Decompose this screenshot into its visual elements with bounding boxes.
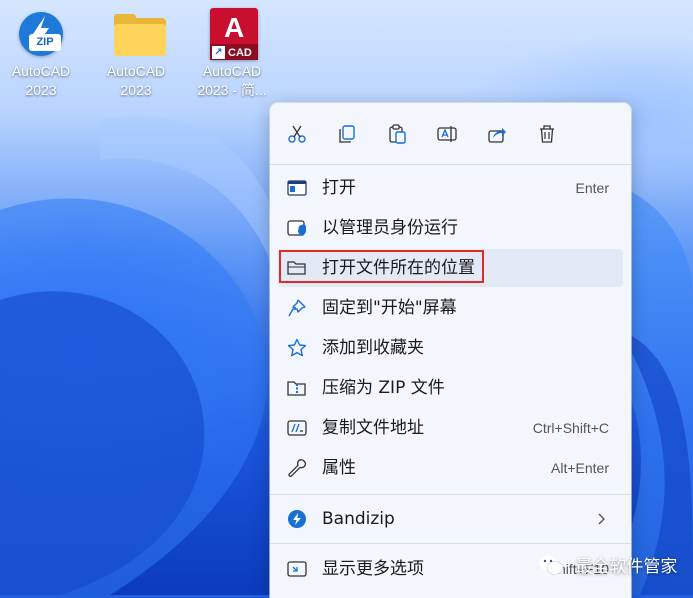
menu-item-add-to-favorites[interactable]: 添加到收藏夹 [278, 329, 623, 367]
menu-item-label: 复制文件地址 [322, 418, 424, 438]
menu-item-label: 打开 [322, 178, 356, 198]
menu-item-copy-path[interactable]: 复制文件地址 Ctrl+Shift+C [278, 409, 623, 447]
menu-item-label: 压缩为 ZIP 文件 [322, 378, 445, 398]
copy-path-icon [287, 420, 307, 436]
menu-item-compress-zip[interactable]: 压缩为 ZIP 文件 [278, 369, 623, 407]
menu-divider [270, 494, 631, 495]
rename-icon [437, 126, 457, 142]
copy-button[interactable] [331, 118, 363, 150]
menu-item-shortcut: Ctrl+Shift+C [532, 420, 609, 436]
bandizip-icon [288, 510, 306, 528]
menu-item-label: 添加到收藏夹 [322, 338, 424, 358]
delete-button[interactable] [531, 118, 563, 150]
cad-letter: A [224, 12, 245, 43]
menu-item-label: Bandizip [322, 509, 395, 529]
menu-divider [270, 543, 631, 544]
paste-button[interactable] [381, 118, 413, 150]
menu-item-label: 显示更多选项 [322, 559, 424, 579]
autocad-shortcut-icon: A CAD ↗ [206, 8, 258, 60]
context-menu: 打开 Enter 以管理员身份运行 打开文件所在的位置 固定到"开始"屏幕 添加… [270, 103, 631, 598]
star-icon [287, 338, 307, 357]
desktop-icon-label: AutoCAD 2023 [11, 63, 71, 98]
menu-item-label: 属性 [322, 458, 356, 478]
menu-item-label: 固定到"开始"屏幕 [322, 298, 457, 318]
watermark-text: 最全软件管家 [575, 557, 678, 577]
chevron-right-icon [598, 513, 605, 525]
desktop-icon-label: AutoCAD 2023 [106, 63, 166, 98]
cad-badge: CAD [228, 47, 252, 59]
app-window-icon [287, 180, 307, 196]
zip-folder-icon [287, 381, 306, 396]
desktop-icon-autocad-zip[interactable]: ZIP AutoCAD 2023 [1, 8, 81, 100]
watermark: 最全软件管家 [538, 552, 678, 577]
zip-badge: ZIP [29, 34, 61, 51]
menu-item-label: 以管理员身份运行 [322, 218, 458, 238]
menu-item-properties[interactable]: 属性 Alt+Enter [278, 449, 623, 487]
menu-item-shortcut: Alt+Enter [551, 460, 609, 476]
scissors-icon [288, 125, 306, 143]
shield-icon [287, 220, 306, 236]
menu-item-pin-to-start[interactable]: 固定到"开始"屏幕 [278, 289, 623, 327]
context-menu-toolbar [270, 103, 631, 163]
shortcut-arrow-icon: ↗ [212, 46, 225, 59]
cut-button[interactable] [281, 118, 313, 150]
share-button[interactable] [481, 118, 513, 150]
menu-item-shortcut: Enter [575, 180, 609, 196]
trash-icon [540, 125, 554, 143]
menu-divider [270, 164, 631, 165]
highlight-annotation-box [279, 250, 484, 283]
pin-icon [288, 299, 306, 317]
desktop-icon-label: AutoCAD 2023 - 简... [197, 63, 267, 98]
menu-item-run-as-admin[interactable]: 以管理员身份运行 [278, 209, 623, 247]
folder-icon [110, 8, 166, 60]
paste-icon [389, 124, 406, 144]
copy-icon [339, 125, 355, 143]
desktop-icon-autocad-shortcut[interactable]: A CAD ↗ AutoCAD 2023 - 简... [192, 8, 272, 100]
rename-button[interactable] [431, 118, 463, 150]
bandizip-zip-icon: ZIP [15, 8, 67, 60]
wechat-icon [539, 555, 564, 575]
share-icon [488, 128, 506, 143]
more-options-icon [287, 561, 307, 577]
menu-item-bandizip[interactable]: Bandizip [278, 500, 623, 538]
desktop-icon-autocad-folder[interactable]: AutoCAD 2023 [96, 8, 176, 100]
wrench-icon [288, 459, 307, 478]
menu-item-open[interactable]: 打开 Enter [278, 169, 623, 207]
